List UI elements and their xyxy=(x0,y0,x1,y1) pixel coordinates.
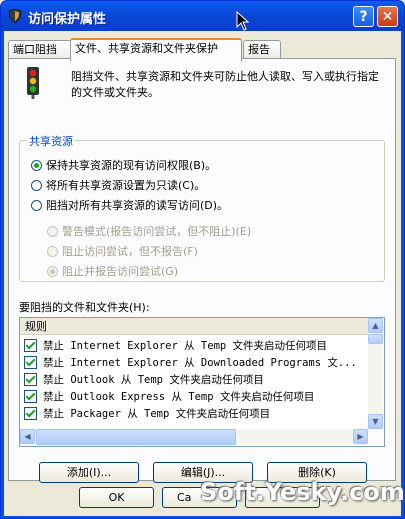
vertical-scroll-thumb[interactable] xyxy=(368,334,383,344)
scroll-up-button[interactable]: ▲ xyxy=(368,318,383,333)
rule-label: 禁止 Packager 从 Temp 文件夹启动任何项目 xyxy=(43,408,271,420)
list-item[interactable]: 禁止 Packager 从 Temp 文件夹启动任何项目 xyxy=(24,405,364,422)
tab-file-share-folder-protection[interactable]: 文件、共享资源和文件夹保护 xyxy=(70,38,242,61)
radio-set-readonly[interactable]: 将所有共享资源设置为只读(C)。 xyxy=(31,177,205,193)
rule-label: 禁止 Outlook Express 从 Temp 文件夹启动任何项目 xyxy=(43,391,315,403)
radio-label: 阻止并报告访问尝试(G) xyxy=(62,265,179,278)
radio-indicator[interactable] xyxy=(31,199,42,211)
rule-label: 禁止 Internet Explorer 从 Downloaded Progra… xyxy=(43,357,357,369)
tab-panel: 阻挡文件、共享资源和文件夹可防止他人读取、写入或执行指定的文件或文件夹。 共享资… xyxy=(8,58,396,483)
share-group-label: 共享资源 xyxy=(27,133,75,149)
list-item[interactable]: 禁止 Internet Explorer 从 Temp 文件夹启动任何项目 xyxy=(24,337,364,354)
rule-checkbox[interactable] xyxy=(24,339,37,352)
rule-checkbox[interactable] xyxy=(24,373,37,386)
list-item[interactable]: 禁止 Internet Explorer 从 Downloaded Progra… xyxy=(24,354,364,371)
radio-block-and-report[interactable]: 阻止并报告访问尝试(G) xyxy=(47,263,178,279)
radio-label: 阻止访问尝试，但不报告(F) xyxy=(62,245,198,258)
radio-label: 阻挡对所有共享资源的读写访问(D)。 xyxy=(46,199,229,212)
rule-checkbox[interactable] xyxy=(24,356,37,369)
radio-label: 保持共享资源的现有访问权限(B)。 xyxy=(46,159,217,172)
watermark: Soft.Yesky.com xyxy=(200,478,405,506)
title-bar[interactable]: 访问保护属性 ? ✕ xyxy=(1,1,404,31)
tab-port-blocking[interactable]: 端口阻挡 xyxy=(8,40,72,59)
ok-button[interactable]: OK xyxy=(79,487,154,508)
radio-indicator[interactable] xyxy=(31,159,42,171)
close-button[interactable]: ✕ xyxy=(377,6,398,27)
radio-block-no-report[interactable]: 阻止访问尝试，但不报告(F) xyxy=(47,243,198,259)
rule-label: 禁止 Outlook 从 Temp 文件夹启动任何项目 xyxy=(43,374,264,386)
radio-warning-mode[interactable]: 警告模式(报告访问尝试，但不阻止)(E) xyxy=(47,223,251,239)
rules-column-header[interactable]: 规则 xyxy=(20,318,368,335)
window-title: 访问保护属性 xyxy=(28,12,107,27)
radio-block-read-write[interactable]: 阻挡对所有共享资源的读写访问(D)。 xyxy=(31,197,228,213)
list-item[interactable]: 禁止 Outlook Express 从 Temp 文件夹启动任何项目 xyxy=(24,388,364,405)
description-text: 阻挡文件、共享资源和文件夹可防止他人读取、写入或执行指定的文件或文件夹。 xyxy=(71,70,379,99)
help-button[interactable]: ? xyxy=(353,6,374,27)
list-item[interactable]: 禁止 Outlook 从 Temp 文件夹启动任何项目 xyxy=(24,371,364,388)
add-button[interactable]: 添加(I)... xyxy=(39,462,139,483)
radio-label: 警告模式(报告访问尝试，但不阻止)(E) xyxy=(62,225,252,238)
vertical-scrollbar[interactable]: ▲ ▼ xyxy=(368,318,383,429)
scroll-right-button[interactable]: ▶ xyxy=(353,429,368,444)
rule-checkbox[interactable] xyxy=(24,407,37,420)
radio-indicator[interactable] xyxy=(47,265,58,277)
horizontal-scrollbar[interactable]: ◀ ▶ xyxy=(20,429,368,445)
scroll-down-button[interactable]: ▼ xyxy=(368,414,383,429)
radio-keep-share-permissions[interactable]: 保持共享资源的现有访问权限(B)。 xyxy=(31,157,216,173)
rules-listbox[interactable]: 规则 禁止 Internet Explorer 从 Temp 文件夹启动任何项目… xyxy=(19,317,385,447)
radio-indicator[interactable] xyxy=(31,179,42,191)
shield-icon xyxy=(8,8,22,24)
scroll-left-button[interactable]: ◀ xyxy=(20,429,35,444)
rule-checkbox[interactable] xyxy=(24,390,37,403)
tab-report[interactable]: 报告 xyxy=(243,40,281,59)
horizontal-scroll-thumb[interactable] xyxy=(36,429,236,445)
traffic-light-icon xyxy=(27,67,39,99)
rule-label: 禁止 Internet Explorer 从 Temp 文件夹启动任何项目 xyxy=(43,340,328,352)
radio-indicator[interactable] xyxy=(47,245,58,257)
radio-label: 将所有共享资源设置为只读(C)。 xyxy=(46,179,206,192)
mouse-cursor-icon xyxy=(236,11,250,31)
rules-list-label: 要阻挡的文件和文件夹(H): xyxy=(19,301,150,314)
radio-indicator[interactable] xyxy=(47,225,58,237)
dialog-client: 端口阻挡 文件、共享资源和文件夹保护 报告 阻挡文件、共享资源和文件夹可防止他人… xyxy=(4,31,401,516)
dialog-window: 访问保护属性 ? ✕ 端口阻挡 文件、共享资源和文件夹保护 报告 阻挡文件、共享… xyxy=(0,0,405,519)
